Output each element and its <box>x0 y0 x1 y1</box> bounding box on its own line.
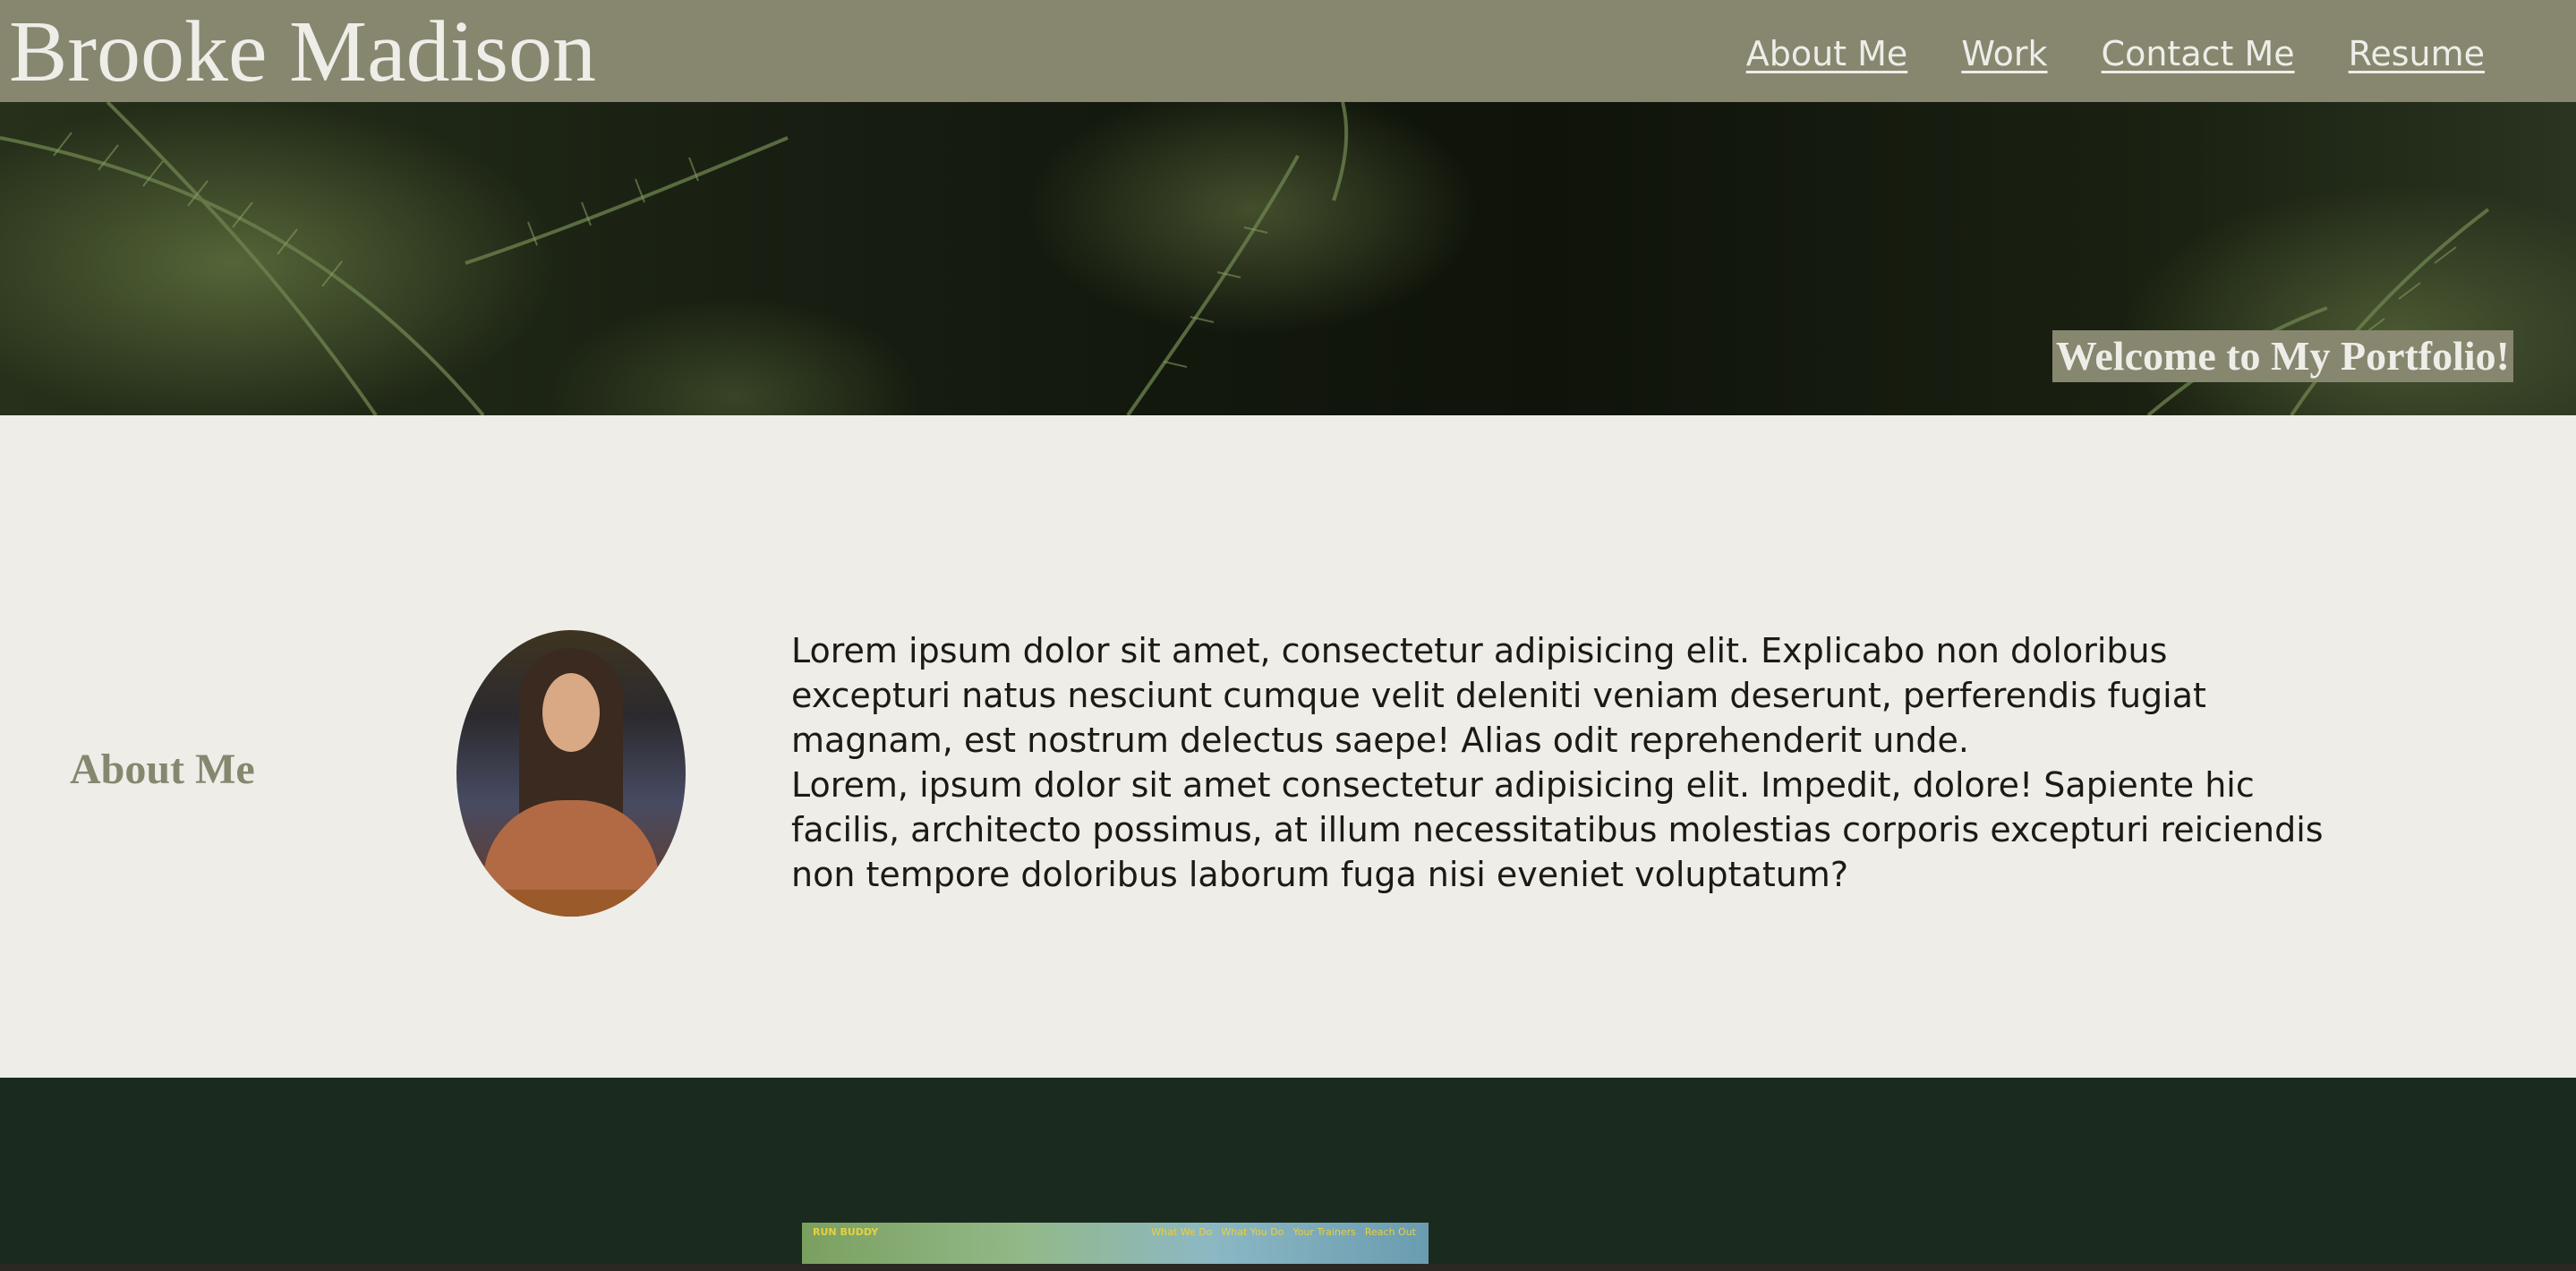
thumbnail-nav-item: Your Trainers <box>1292 1226 1356 1238</box>
thumbnail-nav-item: What We Do <box>1151 1226 1213 1238</box>
nav-link-about-me[interactable]: About Me <box>1746 34 1908 73</box>
work-section: RUN BUDDY What We Do What You Do Your Tr… <box>0 1078 2576 1271</box>
about-section: About Me Lorem ipsum dolor sit amet, con… <box>0 415 2576 1078</box>
about-heading: About Me <box>70 746 255 793</box>
nav-link-resume[interactable]: Resume <box>2349 34 2485 73</box>
nav-link-contact-me[interactable]: Contact Me <box>2102 34 2295 73</box>
thumbnail-nav-item: Reach Out <box>1364 1226 1416 1238</box>
about-text: Lorem ipsum dolor sit amet, consectetur … <box>791 628 2331 897</box>
hero-banner: Welcome to My Portfolio! <box>0 102 2576 415</box>
window-bottom-edge <box>0 1264 2576 1271</box>
site-header: Brooke Madison About Me Work Contact Me … <box>0 0 2576 102</box>
profile-photo <box>456 630 686 917</box>
about-paragraph: Lorem ipsum dolor sit amet, consectetur … <box>791 631 2206 760</box>
welcome-banner: Welcome to My Portfolio! <box>2051 330 2513 382</box>
thumbnail-nav-item: What You Do <box>1221 1226 1284 1238</box>
site-title: Brooke Madison <box>9 4 596 100</box>
main-nav: About Me Work Contact Me Resume <box>1746 34 2485 73</box>
thumbnail-brand: RUN BUDDY <box>813 1226 879 1238</box>
thumbnail-nav: What We Do What You Do Your Trainers Rea… <box>1151 1226 1416 1238</box>
nav-link-work[interactable]: Work <box>1961 34 2047 73</box>
about-paragraph: Lorem, ipsum dolor sit amet consectetur … <box>791 765 2324 894</box>
